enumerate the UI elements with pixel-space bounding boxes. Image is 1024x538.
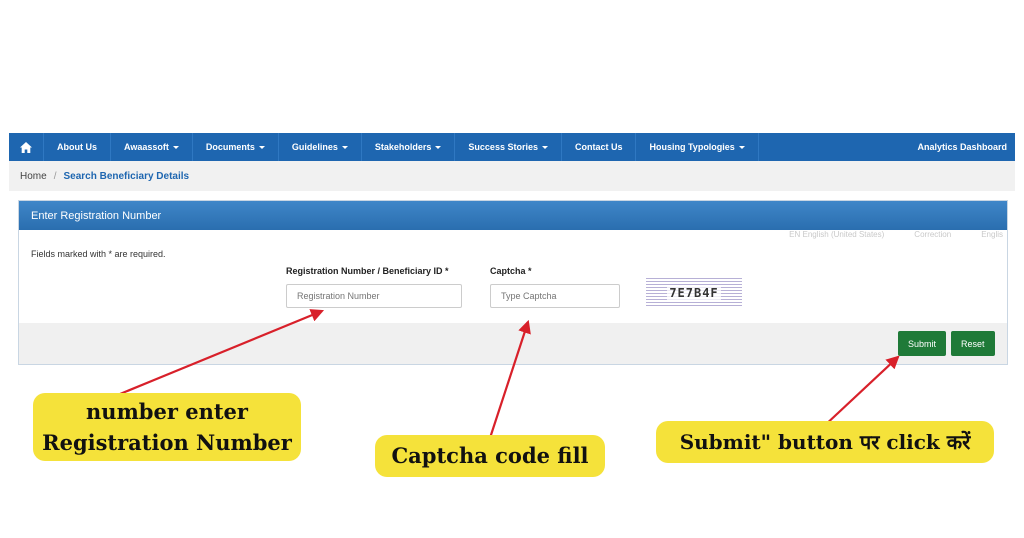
callout-registration: number enter Registration Number	[33, 393, 301, 461]
arrow-to-captcha	[488, 319, 531, 439]
callout-registration-line1: number enter	[86, 399, 248, 424]
callout-submit: Submit" button पर click करें	[656, 421, 994, 463]
callout-registration-line2: Registration Number	[42, 430, 292, 455]
arrow-to-submit	[821, 355, 900, 429]
arrow-to-registration	[119, 309, 325, 396]
callout-captcha: Captcha code fill	[375, 435, 605, 477]
